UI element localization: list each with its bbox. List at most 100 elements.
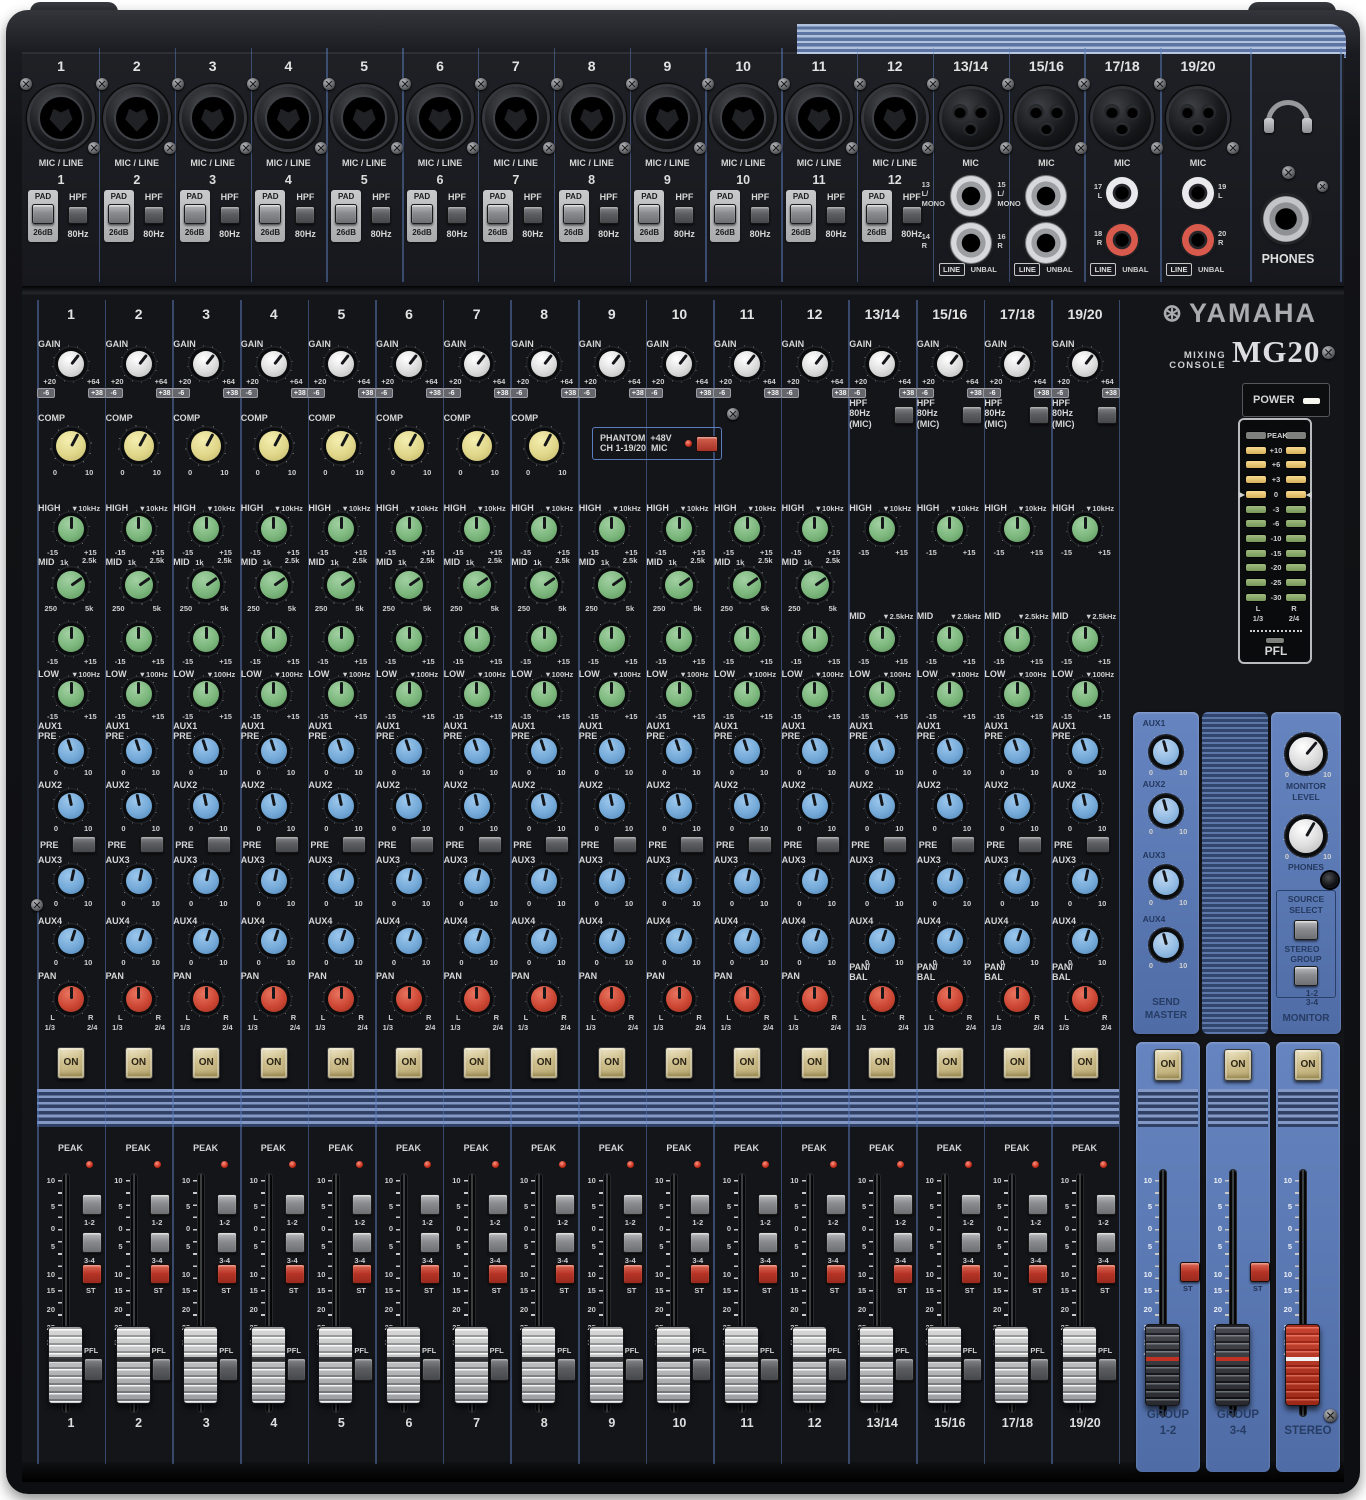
send-aux-knob[interactable] — [1147, 733, 1185, 771]
gain-knob[interactable] — [998, 345, 1037, 383]
hpf-button[interactable] — [598, 206, 619, 224]
fader-cap[interactable] — [724, 1326, 759, 1404]
pad-button[interactable] — [562, 204, 585, 224]
aux2-knob[interactable] — [119, 787, 158, 825]
aux4-knob[interactable] — [119, 922, 158, 960]
assign-1-2-button[interactable] — [758, 1194, 778, 1215]
channel-on-button[interactable]: ON — [800, 1047, 829, 1079]
aux3-knob[interactable] — [1066, 862, 1104, 900]
eq-mid-gain-knob[interactable] — [322, 620, 361, 658]
assign-st-button[interactable] — [690, 1264, 711, 1284]
aux2-knob[interactable] — [930, 787, 969, 825]
comp-knob[interactable] — [117, 425, 160, 467]
aux3-knob[interactable] — [119, 862, 158, 900]
fader-cap[interactable] — [318, 1326, 354, 1404]
eq-low-knob[interactable] — [660, 675, 699, 713]
fader-cap[interactable] — [453, 1326, 489, 1404]
hpf-mic-button[interactable] — [961, 406, 982, 424]
channel-on-button[interactable]: ON — [57, 1047, 85, 1079]
eq-high-knob[interactable] — [660, 510, 699, 548]
assign-3-4-button[interactable] — [690, 1232, 711, 1253]
assign-st-button[interactable] — [893, 1264, 914, 1284]
aux4-knob[interactable] — [660, 922, 699, 960]
assign-st-button[interactable] — [217, 1264, 238, 1284]
assign-3-4-button[interactable] — [284, 1232, 305, 1253]
gain-knob[interactable] — [1066, 345, 1104, 383]
comp-knob[interactable] — [320, 425, 363, 467]
phantom-switch[interactable] — [696, 436, 718, 452]
comp-knob[interactable] — [252, 425, 295, 467]
pfl-button[interactable] — [422, 1358, 441, 1381]
assign-1-2-button[interactable] — [622, 1194, 643, 1215]
channel-on-button[interactable]: ON — [192, 1047, 221, 1079]
aux2-knob[interactable] — [390, 787, 428, 825]
assign-3-4-button[interactable] — [217, 1232, 238, 1253]
pre-button[interactable] — [1086, 836, 1110, 853]
aux1-knob[interactable] — [1066, 732, 1104, 770]
eq-low-knob[interactable] — [592, 675, 631, 713]
hpf-button[interactable] — [826, 206, 846, 224]
pre-button[interactable] — [342, 836, 367, 853]
aux2-knob[interactable] — [863, 787, 902, 825]
pad-button[interactable] — [790, 204, 812, 224]
pan-knob[interactable] — [660, 980, 699, 1018]
aux2-knob[interactable] — [998, 787, 1037, 825]
assign-3-4-button[interactable] — [893, 1232, 914, 1253]
aux2-knob[interactable] — [1066, 787, 1104, 825]
eq-low-knob[interactable] — [998, 675, 1037, 713]
eq-mid-freq-knob[interactable] — [591, 565, 632, 605]
fader-cap[interactable] — [588, 1326, 624, 1404]
aux4-knob[interactable] — [728, 922, 766, 960]
gain-knob[interactable] — [187, 345, 226, 383]
pre-button[interactable] — [410, 836, 434, 853]
aux4-knob[interactable] — [1066, 922, 1104, 960]
pan-knob[interactable] — [795, 980, 834, 1018]
pre-button[interactable] — [748, 836, 772, 853]
assign-3-4-button[interactable] — [825, 1232, 846, 1253]
fader-cap[interactable] — [48, 1326, 83, 1404]
aux1-knob[interactable] — [728, 732, 766, 770]
pad-button[interactable] — [714, 204, 737, 224]
aux4-knob[interactable] — [795, 922, 834, 960]
assign-st-button[interactable] — [82, 1264, 102, 1284]
pfl-button[interactable] — [1030, 1358, 1050, 1381]
fader-cap[interactable] — [115, 1326, 151, 1404]
pan-knob[interactable] — [930, 980, 969, 1018]
assign-3-4-button[interactable] — [420, 1232, 440, 1253]
aux3-knob[interactable] — [930, 862, 969, 900]
pre-button[interactable] — [207, 836, 232, 853]
source-select-stereo-group-button[interactable] — [1294, 920, 1318, 940]
stereo-on-button[interactable]: ON — [1294, 1049, 1322, 1081]
assign-st-button[interactable] — [622, 1264, 643, 1284]
eq-mid-gain-knob[interactable] — [660, 620, 699, 658]
channel-on-button[interactable]: ON — [868, 1047, 897, 1079]
eq-mid-knob[interactable] — [863, 620, 902, 658]
pre-button[interactable] — [680, 836, 705, 853]
aux3-knob[interactable] — [457, 862, 496, 900]
pad-button[interactable] — [865, 204, 888, 224]
aux2-knob[interactable] — [728, 787, 766, 825]
pan-knob[interactable] — [390, 980, 428, 1018]
aux2-knob[interactable] — [52, 787, 90, 825]
eq-high-knob[interactable] — [592, 510, 631, 548]
assign-1-2-button[interactable] — [893, 1194, 914, 1215]
channel-on-button[interactable]: ON — [462, 1047, 491, 1079]
gain-knob[interactable] — [863, 345, 902, 383]
aux2-knob[interactable] — [187, 787, 226, 825]
assign-3-4-button[interactable] — [487, 1232, 508, 1253]
gain-knob[interactable] — [390, 345, 428, 383]
channel-on-button[interactable]: ON — [530, 1047, 559, 1079]
pan-knob[interactable] — [728, 980, 766, 1018]
pan-knob[interactable] — [998, 980, 1037, 1018]
eq-low-knob[interactable] — [525, 675, 564, 713]
pfl-button[interactable] — [962, 1358, 982, 1381]
assign-st-button[interactable] — [352, 1264, 373, 1284]
fader-cap[interactable] — [521, 1326, 557, 1404]
assign-st-button[interactable] — [284, 1264, 305, 1284]
eq-mid-gain-knob[interactable] — [728, 620, 766, 658]
channel-on-button[interactable]: ON — [665, 1047, 694, 1079]
eq-mid-gain-knob[interactable] — [52, 620, 90, 658]
gain-knob[interactable] — [322, 345, 361, 383]
pad-button[interactable] — [259, 204, 282, 224]
aux3-knob[interactable] — [254, 862, 293, 900]
